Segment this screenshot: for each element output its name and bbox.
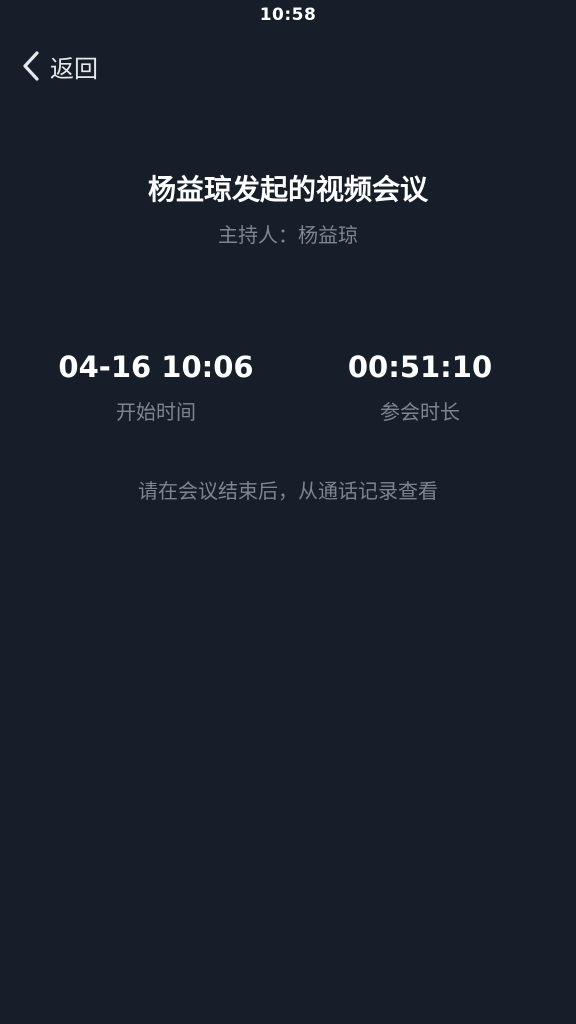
- meeting-stats: 04-16 10:06 开始时间 00:51:10 参会时长: [0, 346, 576, 436]
- chevron-left-icon: [23, 51, 39, 81]
- back-button[interactable]: 返回: [20, 48, 98, 84]
- host-line: 主持人：杨益琼: [218, 223, 358, 247]
- start-time-value: 04-16 10:06: [58, 350, 254, 384]
- call-record-hint: 请在会议结束后，从通话记录查看: [138, 479, 438, 503]
- start-time-stat: 04-16 10:06 开始时间: [26, 346, 286, 427]
- status-bar: 10:58: [0, 0, 576, 32]
- status-time: 10:58: [259, 5, 317, 25]
- meeting-header: 杨益琼发起的视频会议 主持人：杨益琼: [0, 168, 576, 250]
- start-time-label: 开始时间: [116, 400, 196, 424]
- duration-label: 参会时长: [380, 400, 460, 424]
- meeting-title: 杨益琼发起的视频会议: [147, 173, 428, 206]
- duration-stat: 00:51:10 参会时长: [290, 346, 550, 427]
- back-label: 返回: [50, 54, 98, 83]
- meeting-detail-screen: 10:58 返回 杨益琼发起的视频会议 主持人：杨益琼 04-16 10:06 …: [0, 0, 576, 1024]
- duration-value: 00:51:10: [347, 350, 493, 384]
